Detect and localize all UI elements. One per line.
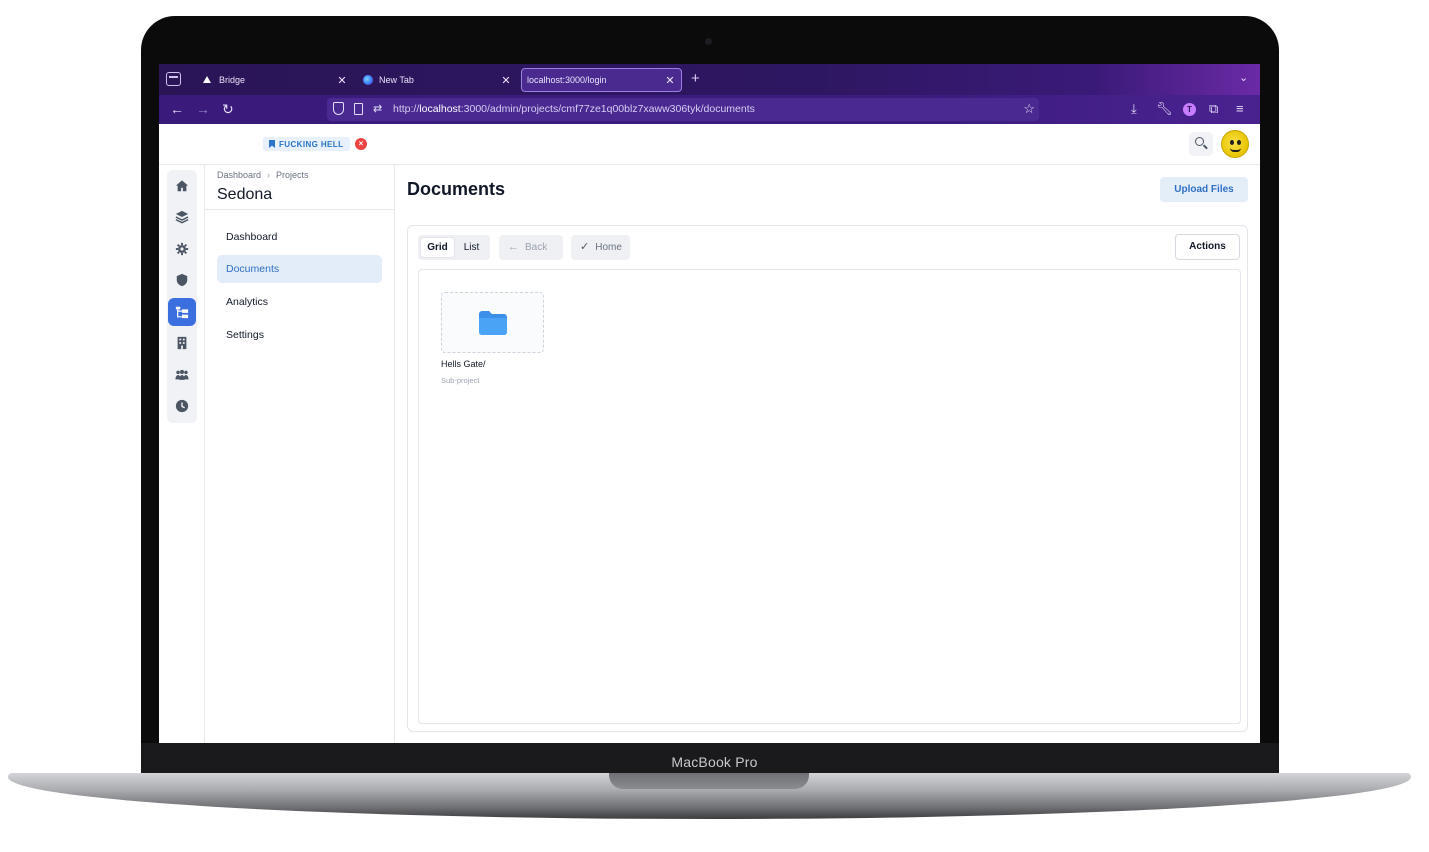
icon-rail <box>159 165 205 743</box>
close-icon[interactable]: ✕ <box>335 74 349 87</box>
extensions-icon[interactable]: ⧉ <box>1209 101 1218 117</box>
main-content: Documents Upload Files Grid List ← Back … <box>396 165 1260 743</box>
laptop-notch <box>609 773 809 789</box>
url-text[interactable]: http://localhost:3000/admin/projects/cmf… <box>393 103 755 115</box>
rail-projects[interactable] <box>168 298 196 326</box>
browser-tab-login[interactable]: localhost:3000/login ✕ <box>521 68 682 92</box>
view-toggle: Grid List <box>418 235 490 260</box>
rail-layers[interactable] <box>168 203 196 231</box>
home-icon <box>175 180 189 192</box>
user-avatar[interactable] <box>1221 130 1249 158</box>
new-tab-icon[interactable]: + <box>691 70 700 87</box>
screen: Bridge ✕ New Tab ✕ localhost:3000/login … <box>159 64 1260 743</box>
permissions-icon[interactable]: ⇄ <box>373 102 382 115</box>
arrow-left-icon: ← <box>508 241 519 253</box>
upload-files-button[interactable]: Upload Files <box>1160 177 1248 202</box>
dismiss-badge-button[interactable]: × <box>355 138 367 150</box>
rail-home[interactable] <box>168 172 196 200</box>
page-title: Documents <box>407 179 506 199</box>
url-bar[interactable]: ⇄ http://localhost:3000/admin/projects/c… <box>327 98 1039 121</box>
check-icon: ✓ <box>580 241 590 253</box>
triangle-icon <box>203 75 213 85</box>
device-label: MacBook Pro <box>671 754 758 770</box>
breadcrumb: Dashboard › Projects <box>217 170 309 180</box>
browser-nav-bar: ← → ↻ ⇄ http://localhost:3000/admin/proj… <box>159 95 1260 124</box>
folder-type: Sub-project <box>441 376 480 385</box>
documents-panel: Grid List ← Back ✓ Home Actions Hells Ga… <box>407 225 1248 732</box>
download-icon[interactable]: ⤓ <box>1131 101 1137 117</box>
close-icon[interactable]: ✕ <box>499 74 513 87</box>
back-button[interactable]: ← Back <box>499 235 563 260</box>
file-grid: Hells Gate/ Sub-project <box>418 269 1241 724</box>
gear-icon <box>175 242 189 256</box>
list-view-button[interactable]: List <box>456 238 487 257</box>
sidebar-item-analytics[interactable]: Analytics <box>217 288 382 316</box>
rail-security[interactable] <box>168 266 196 294</box>
folder-name[interactable]: Hells Gate/ <box>441 359 486 369</box>
search-button[interactable] <box>1189 132 1213 156</box>
chevron-down-icon[interactable]: ⌄ <box>1239 71 1248 84</box>
sidebar-item-dashboard[interactable]: Dashboard <box>217 223 382 251</box>
folder-tile[interactable] <box>441 292 544 353</box>
project-title: Sedona <box>217 186 273 203</box>
rail-settings[interactable] <box>168 235 196 263</box>
folder-icon <box>478 310 507 335</box>
building-icon <box>177 336 187 350</box>
users-icon <box>175 369 189 380</box>
search-icon <box>1195 137 1204 146</box>
shield-icon[interactable] <box>333 102 344 115</box>
tab-title: New Tab <box>379 75 414 85</box>
grid-view-button[interactable]: Grid <box>421 238 454 257</box>
rail-users[interactable] <box>168 361 196 389</box>
camera <box>705 38 712 45</box>
shield-icon <box>176 273 188 287</box>
sidebar-item-settings[interactable]: Settings <box>217 321 382 349</box>
tab-title: localhost:3000/login <box>527 75 607 85</box>
home-button[interactable]: ✓ Home <box>571 235 630 260</box>
firefox-icon <box>363 75 373 85</box>
tab-overview-icon[interactable] <box>166 72 181 86</box>
close-icon[interactable]: ✕ <box>663 74 677 87</box>
clock-icon <box>175 399 189 413</box>
menu-icon[interactable]: ≡ <box>1236 101 1244 117</box>
browser-tab-new[interactable]: New Tab ✕ <box>355 68 517 92</box>
wrench-icon[interactable]: 🔧︎ <box>1156 101 1173 117</box>
rail-organization[interactable] <box>168 329 196 357</box>
sidebar-item-documents[interactable]: Documents <box>217 255 382 283</box>
environment-badge-label: FUCKING HELL <box>279 139 344 149</box>
browser-tab-bar: Bridge ✕ New Tab ✕ localhost:3000/login … <box>159 64 1260 95</box>
page-icon[interactable] <box>354 103 363 115</box>
breadcrumb-separator: › <box>267 170 271 180</box>
star-icon[interactable]: ☆ <box>1023 101 1035 117</box>
breadcrumb-dashboard[interactable]: Dashboard <box>217 170 261 180</box>
rail-history[interactable] <box>168 392 196 420</box>
breadcrumb-projects[interactable]: Projects <box>276 170 309 180</box>
actions-button[interactable]: Actions <box>1175 234 1240 260</box>
layers-icon <box>175 210 189 224</box>
project-sidebar: Dashboard › Projects Sedona Dashboard Docu… <box>205 165 395 743</box>
profile-avatar[interactable]: T <box>1183 103 1196 116</box>
forward-arrow-icon[interactable]: → <box>196 101 210 117</box>
back-arrow-icon[interactable]: ← <box>170 101 184 117</box>
environment-badge: FUCKING HELL <box>263 137 351 151</box>
tab-title: Bridge <box>219 75 246 85</box>
app-header: FUCKING HELL × <box>159 124 1260 165</box>
home-button-label: Home <box>595 242 622 253</box>
reload-icon[interactable]: ↻ <box>222 101 234 117</box>
back-button-label: Back <box>525 242 548 253</box>
folder-tree-icon <box>175 306 189 319</box>
bookmark-icon <box>269 140 275 148</box>
browser-tab-bridge[interactable]: Bridge ✕ <box>195 68 353 92</box>
